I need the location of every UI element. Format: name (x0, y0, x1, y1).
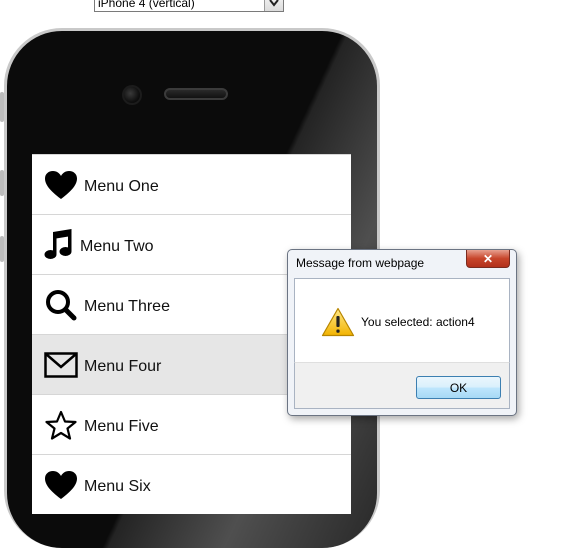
menu-item-one[interactable]: Menu One (32, 154, 351, 214)
camera-icon (122, 85, 142, 105)
heart-icon (44, 468, 78, 502)
dialog-title: Message from webpage (296, 256, 425, 270)
ok-button[interactable]: OK (416, 376, 501, 399)
search-icon (44, 288, 78, 322)
volume-up-button (0, 170, 4, 196)
close-icon: ✕ (482, 251, 494, 266)
menu-item-label: Menu One (84, 177, 159, 195)
dialog-footer: OK (294, 362, 510, 409)
menu-item-label: Menu Three (84, 297, 170, 315)
heart-icon (44, 168, 78, 202)
menu-item-six[interactable]: Menu Six (32, 454, 351, 514)
envelope-icon (44, 348, 78, 382)
star-icon (44, 408, 78, 442)
device-select[interactable]: iPhone 4 (vertical) (94, 0, 284, 12)
dialog-body: You selected: action4 (294, 278, 510, 362)
menu-item-label: Menu Two (80, 237, 154, 255)
volume-down-button (0, 236, 4, 262)
warning-icon (321, 307, 355, 337)
device-select-value: iPhone 4 (vertical) (98, 0, 195, 10)
mute-switch (0, 92, 4, 122)
close-button[interactable]: ✕ (466, 250, 510, 268)
menu-item-label: Menu Five (84, 417, 159, 435)
chevron-down-icon[interactable] (264, 0, 283, 11)
music-note-icon (42, 228, 76, 262)
speaker-grille (164, 88, 228, 100)
alert-dialog: Message from webpage ✕ You selected: act… (287, 249, 517, 416)
menu-item-label: Menu Four (84, 357, 162, 375)
menu-item-label: Menu Six (84, 477, 151, 495)
dialog-message: You selected: action4 (361, 315, 475, 329)
